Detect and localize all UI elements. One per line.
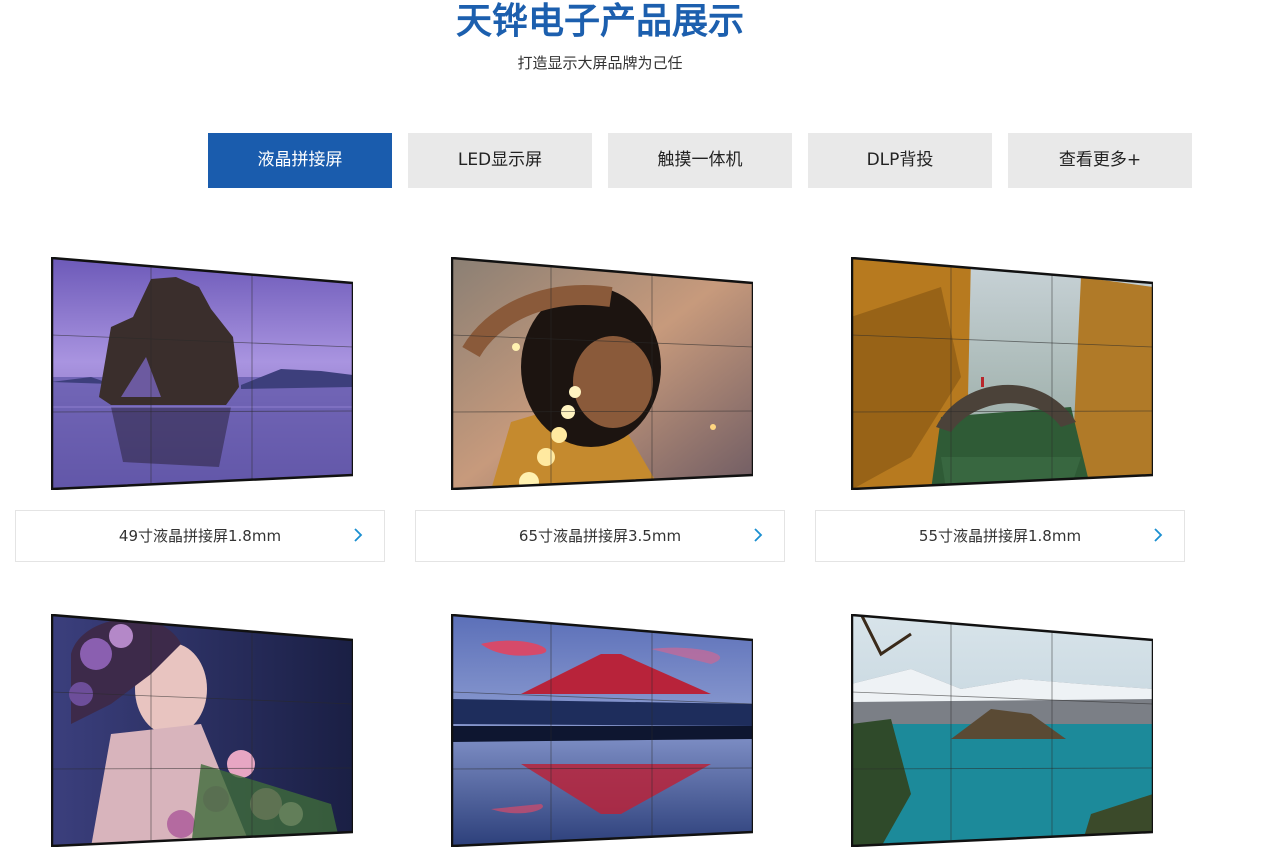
product-caption[interactable]: 49寸液晶拼接屏1.8mm bbox=[15, 510, 385, 562]
page-title: 天铧电子产品展示 bbox=[455, 1, 744, 42]
product-image[interactable] bbox=[51, 257, 353, 490]
chevron-right-icon bbox=[754, 528, 763, 542]
product-caption[interactable]: 55寸液晶拼接屏1.8mm bbox=[815, 510, 1185, 562]
chevron-right-icon bbox=[354, 528, 363, 542]
product-name: 65寸液晶拼接屏3.5mm bbox=[518, 527, 682, 545]
tab-lcd-splicing[interactable]: 液晶拼接屏 bbox=[208, 133, 392, 188]
tab-dlp-rear-projection[interactable]: DLP背投 bbox=[808, 133, 992, 188]
tab-led-display[interactable]: LED显示屏 bbox=[408, 133, 592, 188]
tab-touch-kiosk[interactable]: 触摸一体机 bbox=[608, 133, 792, 188]
page-subtitle: 打造显示大屏品牌为己任 bbox=[517, 54, 683, 72]
product-image[interactable] bbox=[851, 614, 1153, 847]
product-image[interactable] bbox=[451, 614, 753, 847]
product-name: 49寸液晶拼接屏1.8mm bbox=[118, 527, 282, 545]
product-image[interactable] bbox=[451, 257, 753, 490]
tab-view-more[interactable]: 查看更多+ bbox=[1008, 133, 1192, 188]
product-caption[interactable]: 65寸液晶拼接屏3.5mm bbox=[415, 510, 785, 562]
product-image[interactable] bbox=[851, 257, 1153, 490]
chevron-right-icon bbox=[1154, 528, 1163, 542]
product-name: 55寸液晶拼接屏1.8mm bbox=[918, 527, 1082, 545]
product-image[interactable] bbox=[51, 614, 353, 847]
